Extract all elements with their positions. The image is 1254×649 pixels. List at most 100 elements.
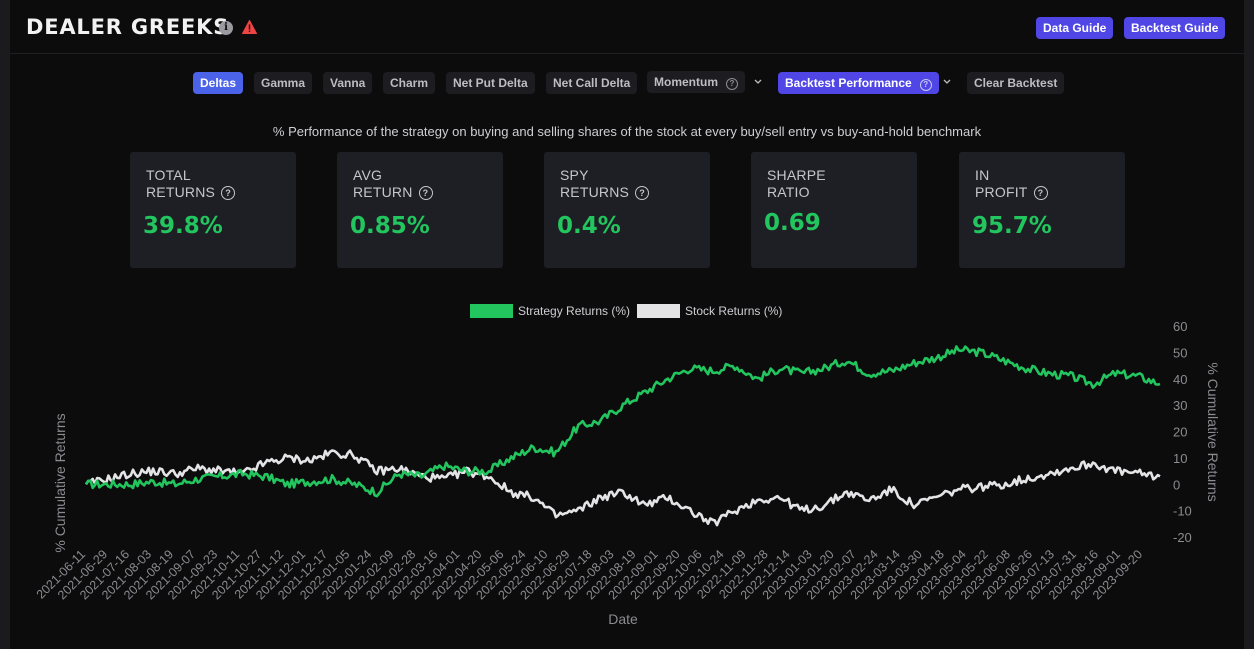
strategy-returns-line[interactable] bbox=[84, 345, 1161, 498]
strategy-data-point[interactable] bbox=[1157, 381, 1163, 387]
strategy-data-point[interactable] bbox=[665, 376, 671, 382]
strategy-data-point[interactable] bbox=[642, 389, 648, 395]
question-circle-icon[interactable]: ? bbox=[1033, 186, 1048, 200]
strategy-data-point[interactable] bbox=[486, 468, 492, 474]
stock-data-point[interactable] bbox=[710, 521, 716, 527]
stock-data-point[interactable] bbox=[128, 471, 134, 477]
question-circle-icon[interactable]: ? bbox=[635, 186, 650, 200]
strategy-data-point[interactable] bbox=[956, 347, 962, 353]
strategy-data-point[interactable] bbox=[441, 463, 447, 469]
question-circle-icon[interactable]: ? bbox=[221, 186, 236, 200]
warning-triangle-icon[interactable] bbox=[242, 20, 257, 34]
strategy-data-point[interactable] bbox=[866, 371, 872, 377]
strategy-data-point[interactable] bbox=[1112, 371, 1118, 377]
strategy-data-point[interactable] bbox=[777, 365, 783, 371]
stock-data-point[interactable] bbox=[1068, 465, 1074, 471]
stock-data-point[interactable] bbox=[844, 489, 850, 495]
stock-data-point[interactable] bbox=[284, 455, 290, 461]
strategy-data-point[interactable] bbox=[374, 489, 380, 495]
data-guide-button[interactable]: Data Guide bbox=[1036, 17, 1114, 39]
strategy-data-point[interactable] bbox=[217, 473, 223, 479]
strategy-data-point[interactable] bbox=[933, 355, 939, 361]
strategy-data-point[interactable] bbox=[821, 365, 827, 371]
stock-data-point[interactable] bbox=[307, 458, 313, 464]
stock-data-point[interactable] bbox=[754, 497, 760, 503]
chevron-down-icon[interactable] bbox=[942, 76, 954, 88]
strategy-data-point[interactable] bbox=[889, 368, 895, 374]
strategy-data-point[interactable] bbox=[240, 471, 246, 477]
stock-data-point[interactable] bbox=[352, 452, 358, 458]
stock-data-point[interactable] bbox=[173, 471, 179, 477]
strategy-data-point[interactable] bbox=[687, 365, 693, 371]
tab-net-call-delta[interactable]: Net Call Delta bbox=[546, 72, 638, 94]
stock-data-point[interactable] bbox=[777, 494, 783, 500]
tab-charm[interactable]: Charm bbox=[383, 72, 436, 94]
tab-vanna[interactable]: Vanna bbox=[323, 72, 373, 94]
stock-data-point[interactable] bbox=[665, 494, 671, 500]
strategy-data-point[interactable] bbox=[531, 444, 537, 450]
strategy-data-point[interactable] bbox=[978, 349, 984, 355]
stock-data-point[interactable] bbox=[799, 508, 805, 514]
strategy-data-point[interactable] bbox=[329, 476, 335, 482]
strategy-data-point[interactable] bbox=[844, 357, 850, 363]
stock-data-point[interactable] bbox=[195, 465, 201, 471]
stock-data-point[interactable] bbox=[1112, 468, 1118, 474]
strategy-data-point[interactable] bbox=[1000, 357, 1006, 363]
tab-gamma[interactable]: Gamma bbox=[254, 72, 313, 94]
strategy-data-point[interactable] bbox=[463, 468, 469, 474]
strategy-data-point[interactable] bbox=[150, 479, 156, 485]
question-circle-icon[interactable]: ? bbox=[726, 78, 738, 90]
stock-data-point[interactable] bbox=[575, 508, 581, 514]
stock-data-point[interactable] bbox=[732, 508, 738, 514]
stock-data-point[interactable] bbox=[1023, 476, 1029, 482]
stock-data-point[interactable] bbox=[531, 494, 537, 500]
strategy-data-point[interactable] bbox=[396, 471, 402, 477]
stock-data-point[interactable] bbox=[889, 487, 895, 493]
question-circle-icon[interactable]: ? bbox=[919, 79, 932, 91]
stock-data-point[interactable] bbox=[598, 494, 604, 500]
strategy-data-point[interactable] bbox=[173, 481, 179, 487]
stock-data-point[interactable] bbox=[262, 460, 268, 466]
strategy-data-point[interactable] bbox=[352, 481, 358, 487]
stock-data-point[interactable] bbox=[620, 489, 626, 495]
stock-data-point[interactable] bbox=[441, 476, 447, 482]
strategy-data-point[interactable] bbox=[83, 481, 89, 487]
backtest-performance-button[interactable]: Backtest Performance? bbox=[778, 72, 939, 94]
strategy-data-point[interactable] bbox=[284, 481, 290, 487]
stock-data-point[interactable] bbox=[821, 502, 827, 508]
strategy-data-point[interactable] bbox=[1068, 373, 1074, 379]
tab-deltas[interactable]: Deltas bbox=[193, 72, 244, 94]
strategy-data-point[interactable] bbox=[620, 402, 626, 408]
strategy-data-point[interactable] bbox=[105, 481, 111, 487]
stock-data-point[interactable] bbox=[933, 494, 939, 500]
momentum-button[interactable]: Momentum? bbox=[647, 71, 745, 93]
stock-data-point[interactable] bbox=[105, 476, 111, 482]
stock-data-point[interactable] bbox=[978, 484, 984, 490]
stock-data-point[interactable] bbox=[1135, 471, 1141, 477]
stock-data-point[interactable] bbox=[329, 450, 335, 456]
backtest-guide-button[interactable]: Backtest Guide bbox=[1124, 17, 1226, 39]
stock-data-point[interactable] bbox=[1045, 471, 1051, 477]
strategy-data-point[interactable] bbox=[419, 473, 425, 479]
chevron-down-icon[interactable] bbox=[753, 76, 765, 88]
strategy-data-point[interactable] bbox=[195, 476, 201, 482]
strategy-data-point[interactable] bbox=[128, 481, 134, 487]
stock-data-point[interactable] bbox=[1090, 460, 1096, 466]
question-circle-icon[interactable]: ? bbox=[418, 186, 433, 200]
legend-swatch-strategy[interactable] bbox=[470, 304, 513, 318]
strategy-data-point[interactable] bbox=[1045, 371, 1051, 377]
info-icon[interactable]: i bbox=[219, 21, 233, 35]
strategy-data-point[interactable] bbox=[732, 363, 738, 369]
strategy-data-point[interactable] bbox=[710, 368, 716, 374]
strategy-data-point[interactable] bbox=[575, 423, 581, 429]
stock-data-point[interactable] bbox=[642, 502, 648, 508]
stock-data-point[interactable] bbox=[1157, 473, 1163, 479]
tab-net-put-delta[interactable]: Net Put Delta bbox=[446, 72, 535, 94]
strategy-data-point[interactable] bbox=[754, 376, 760, 382]
stock-data-point[interactable] bbox=[553, 513, 559, 519]
strategy-data-point[interactable] bbox=[598, 418, 604, 424]
strategy-data-point[interactable] bbox=[1023, 365, 1029, 371]
stock-data-point[interactable] bbox=[396, 465, 402, 471]
strategy-data-point[interactable] bbox=[553, 450, 559, 456]
stock-data-point[interactable] bbox=[866, 497, 872, 503]
